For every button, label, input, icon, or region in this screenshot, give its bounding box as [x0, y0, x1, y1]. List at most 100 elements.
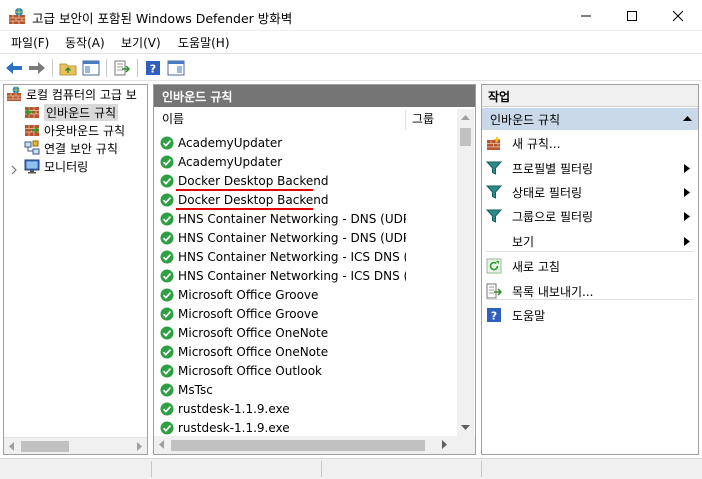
table-row[interactable]: Microsoft Office OneNote [160, 323, 406, 342]
back-button[interactable] [4, 58, 24, 78]
forward-button[interactable] [27, 58, 47, 78]
tree-horizontal-scrollbar[interactable] [4, 437, 147, 454]
scroll-up-icon [461, 115, 470, 120]
rules-pane-title: 인바운드 규칙 [154, 85, 475, 107]
minimize-button[interactable] [563, 0, 609, 31]
rule-name: Docker Desktop Backend [178, 173, 329, 188]
tree-item-inbound-rules[interactable]: 인바운드 규칙 [24, 103, 119, 121]
enabled-check-icon [160, 307, 174, 320]
submenu-arrow-icon [684, 237, 690, 246]
menu-view[interactable]: 보기(V) [121, 34, 161, 51]
action-separator [486, 299, 694, 300]
tree-item-connection-security[interactable]: 연결 보안 규칙 [24, 139, 118, 157]
table-row[interactable]: HNS Container Networking - DNS (UDP... [160, 209, 406, 228]
maximize-button[interactable] [609, 0, 655, 31]
scroll-down-icon [461, 425, 470, 430]
up-folder-button[interactable] [58, 58, 78, 78]
close-button[interactable] [655, 0, 701, 31]
close-icon [672, 10, 684, 21]
enabled-check-icon [160, 174, 174, 187]
maximize-icon [627, 10, 637, 21]
submenu-arrow-icon [684, 164, 690, 173]
filter-icon [486, 160, 502, 176]
table-row[interactable]: AcademyUpdater [160, 152, 406, 171]
enabled-check-icon [160, 212, 174, 225]
scrollbar-thumb[interactable] [460, 128, 471, 146]
rule-name: rustdesk-1.1.9.exe [178, 420, 290, 435]
new-rule-icon [486, 135, 502, 151]
rule-name: Microsoft Office OneNote [178, 344, 329, 359]
scrollbar-thumb[interactable] [171, 440, 425, 451]
enabled-check-icon [160, 193, 174, 206]
menu-file[interactable]: 파일(F) [11, 34, 49, 51]
action-label: 프로필별 필터링 [512, 161, 594, 176]
actions-pane-title: 작업 [482, 85, 698, 107]
tree-item-outbound-rules[interactable]: 아웃바운드 규칙 [24, 121, 125, 139]
menu-help[interactable]: 도움말(H) [178, 34, 230, 51]
scrollbar-thumb[interactable] [21, 441, 69, 452]
table-row[interactable]: AcademyUpdater [160, 133, 406, 152]
action-label: 상태로 필터링 [512, 185, 583, 200]
rule-name: MsTsc [178, 382, 213, 397]
action-item[interactable]: 보기 [486, 230, 694, 252]
action-label: 새로 고침 [512, 259, 560, 274]
enabled-check-icon [160, 364, 174, 377]
tree-item-monitoring[interactable]: 모니터링 [24, 157, 88, 175]
table-row[interactable]: Microsoft Office Outlook [160, 361, 406, 380]
rules-horizontal-scrollbar[interactable] [154, 436, 475, 454]
table-row[interactable]: Docker Desktop Backend [160, 171, 406, 190]
column-header-name[interactable]: 이름 [162, 110, 184, 130]
enabled-check-icon [160, 326, 174, 339]
rules-vertical-scrollbar[interactable] [457, 109, 474, 436]
monitor-icon [24, 158, 40, 174]
action-item[interactable]: 새 규칙... [486, 132, 694, 154]
tree-item-label: 모니터링 [44, 159, 89, 174]
action-label: 그룹으로 필터링 [512, 209, 594, 224]
show-hide-action-pane-button[interactable] [166, 58, 186, 78]
enabled-check-icon [160, 288, 174, 301]
filter-icon [486, 208, 502, 224]
rule-name: HNS Container Networking - DNS (UDP... [178, 230, 406, 245]
action-item[interactable]: 프로필별 필터링 [486, 157, 694, 179]
table-row[interactable]: Microsoft Office Groove [160, 285, 406, 304]
enabled-check-icon [160, 421, 174, 434]
rule-name: Docker Desktop Backend [178, 192, 329, 207]
actions-section-label: 인바운드 규칙 [490, 113, 561, 127]
action-item[interactable]: ? 도움말 [486, 304, 694, 326]
actions-section-header[interactable]: 인바운드 규칙 [482, 108, 698, 130]
table-row[interactable]: MsTsc [160, 380, 406, 399]
submenu-arrow-icon [684, 188, 690, 197]
table-row[interactable]: HNS Container Networking - DNS (UDP... [160, 228, 406, 247]
table-row[interactable]: rustdesk-1.1.9.exe [160, 418, 406, 437]
table-row[interactable]: HNS Container Networking - ICS DNS (... [160, 266, 406, 285]
action-item[interactable]: 새로 고침 [486, 255, 694, 277]
menu-bar: 파일(F) 동작(A) 보기(V) 도움말(H) [0, 31, 702, 53]
rule-name: HNS Container Networking - ICS DNS (... [178, 268, 406, 283]
collapse-caret-icon [683, 116, 692, 121]
table-row[interactable]: Docker Desktop Backend [160, 190, 406, 209]
chevron-right-icon[interactable] [10, 164, 18, 175]
menu-action[interactable]: 동작(A) [65, 34, 105, 51]
tree-root-label: 로컬 컴퓨터의 고급 보 [26, 87, 137, 102]
table-row[interactable]: Microsoft Office Groove [160, 304, 406, 323]
scroll-left-icon [9, 442, 14, 451]
table-row[interactable]: rustdesk-1.1.9.exe [160, 399, 406, 418]
tree-root[interactable]: 로컬 컴퓨터의 고급 보 [6, 85, 137, 103]
export-list-icon [486, 283, 502, 299]
tree-item-label: 연결 보안 규칙 [44, 141, 118, 156]
enabled-check-icon [160, 250, 174, 263]
export-list-button[interactable] [112, 58, 132, 78]
firewall-app-icon[interactable] [8, 7, 26, 25]
help-button[interactable]: ? [143, 58, 163, 78]
filter-icon [486, 184, 502, 200]
action-item[interactable]: 그룹으로 필터링 [486, 205, 694, 227]
table-row[interactable]: HNS Container Networking - ICS DNS (... [160, 247, 406, 266]
window-title: 고급 보안이 포함된 Windows Defender 방화벽 [32, 11, 293, 26]
rules-pane: 인바운드 규칙 이름 그룹 AcademyUpdater AcademyUpdat… [153, 84, 476, 455]
table-row[interactable]: Microsoft Office OneNote [160, 342, 406, 361]
show-hide-tree-button[interactable] [81, 58, 101, 78]
action-item[interactable]: 상태로 필터링 [486, 181, 694, 203]
column-header-group[interactable]: 그룹 [412, 110, 434, 130]
rule-name: Microsoft Office Groove [178, 287, 319, 302]
export-list-icon [114, 60, 131, 76]
